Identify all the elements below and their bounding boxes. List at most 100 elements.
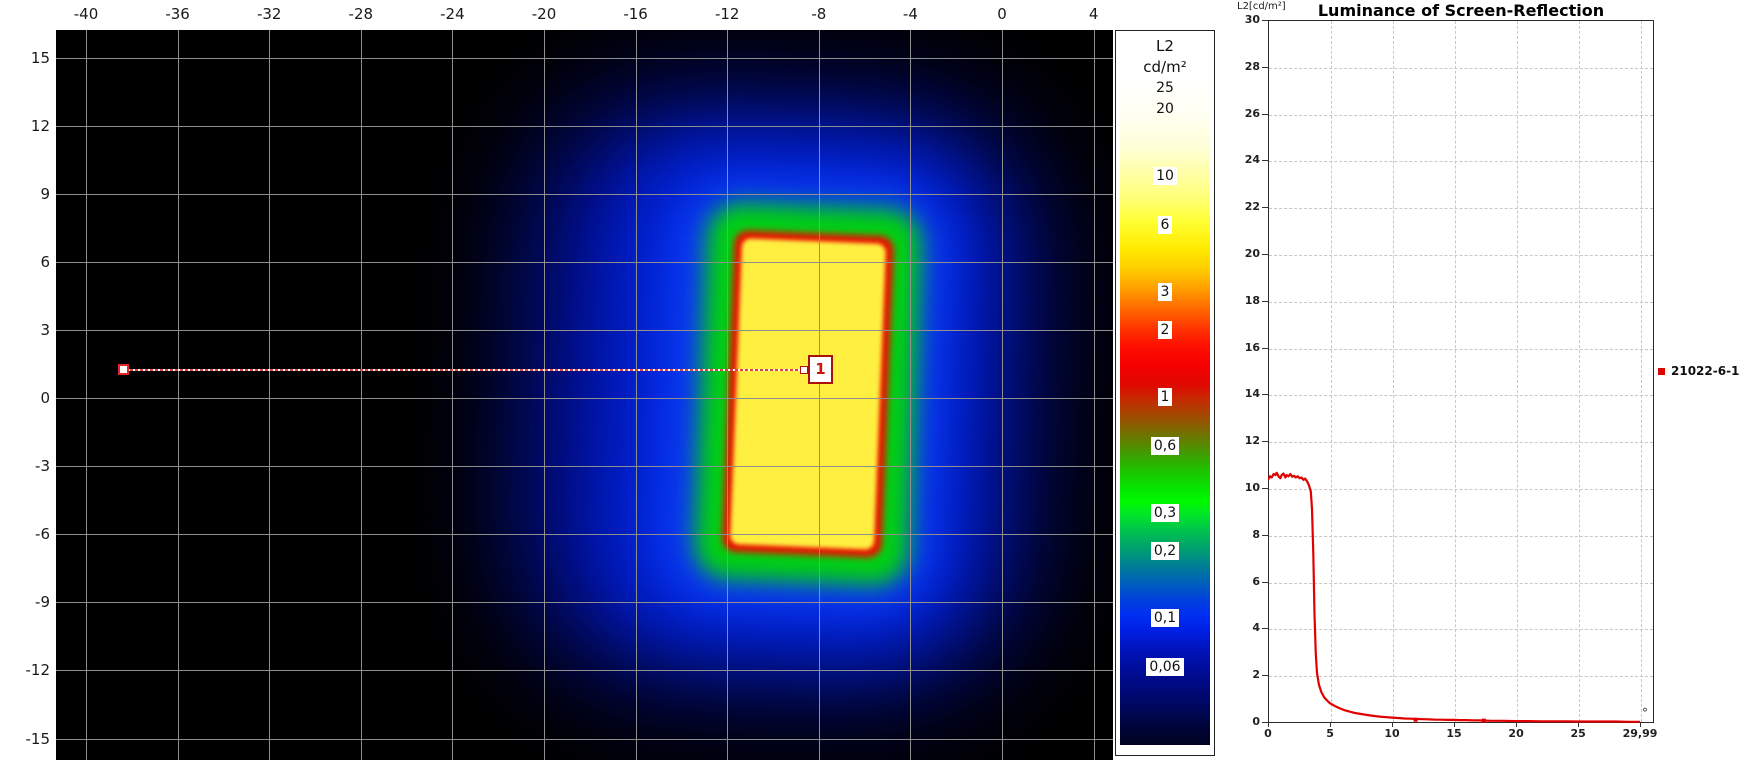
chart-y-tick-label: 12 bbox=[1244, 434, 1260, 448]
colorbar-value-text: 25 bbox=[1156, 80, 1174, 97]
map-gridline-h bbox=[56, 738, 1113, 740]
luminance-curve bbox=[1268, 471, 1640, 723]
map-y-tick-label: -15 bbox=[25, 729, 51, 748]
colorbar-value-text: 20 bbox=[1156, 101, 1174, 118]
map-y-tick-label: -6 bbox=[35, 525, 50, 544]
series-polyline bbox=[1268, 471, 1640, 723]
chart-y-axis-label: L2[cd/m²] bbox=[1237, 1, 1286, 12]
chart-x-tick-label: 10 bbox=[1384, 727, 1400, 740]
colorbar-value-label: 0,2 bbox=[1116, 542, 1214, 561]
map-gridline-v bbox=[360, 30, 362, 760]
chart-y-tick-label: 18 bbox=[1244, 293, 1260, 307]
chart-x-tick-label: 20 bbox=[1508, 727, 1524, 740]
chart-y-tick-label: 10 bbox=[1244, 481, 1260, 494]
map-gridline-v bbox=[727, 30, 729, 760]
map-y-axis: 15 12 9 6 3 0 -3 -6 -9 -12 -15 bbox=[0, 0, 56, 760]
colorbar-value-text: 10 bbox=[1153, 167, 1177, 185]
chart-y-tick-label: 22 bbox=[1244, 200, 1260, 214]
legend-series-name: 21022-6-1 bbox=[1671, 364, 1740, 378]
profile-region-label[interactable]: 1 bbox=[808, 355, 833, 384]
colorbar-value-label: 3 bbox=[1116, 282, 1214, 301]
legend-item: 21022-6-1 bbox=[1658, 364, 1739, 378]
chart-x-tick-label: 29,99 bbox=[1622, 727, 1658, 740]
map-gridline-h bbox=[56, 466, 1113, 468]
colorbar-value-label: 0,06 bbox=[1116, 658, 1214, 677]
colorbar-value-text: 0,3 bbox=[1150, 503, 1180, 522]
colorbar-value-text: 0,2 bbox=[1150, 542, 1180, 561]
map-x-tick-label: -28 bbox=[348, 5, 374, 23]
map-y-tick-label: 6 bbox=[40, 252, 50, 271]
colorbar-value-text: 2 bbox=[1157, 321, 1173, 340]
colorbar-value-label: 2 bbox=[1116, 321, 1214, 340]
chart-x-tick-label: 25 bbox=[1570, 727, 1586, 740]
map-x-tick-label: -8 bbox=[811, 5, 827, 23]
map-gridline-h bbox=[56, 261, 1113, 263]
map-gridline-v bbox=[544, 30, 545, 760]
colorbar-value-label: 0,3 bbox=[1116, 503, 1214, 522]
map-gridlines bbox=[56, 30, 1113, 760]
chart-y-tick-label: 20 bbox=[1244, 247, 1260, 260]
colorbar-value-label: 0,6 bbox=[1116, 437, 1214, 456]
colorbar-value-label: 20 bbox=[1116, 100, 1214, 118]
chart-y-tick-label: 26 bbox=[1244, 106, 1260, 120]
chart-y-tick-label: 14 bbox=[1244, 387, 1260, 401]
map-x-tick-label: -20 bbox=[531, 5, 557, 23]
chart-x-tick-label: 0 bbox=[1264, 727, 1272, 740]
chart-y-tick-label: 6 bbox=[1252, 574, 1260, 588]
colorbar-value-label: 6 bbox=[1116, 216, 1214, 235]
colorbar-value-label: 0,1 bbox=[1116, 609, 1214, 627]
map-gridline-v bbox=[1093, 30, 1095, 760]
map-gridline-v bbox=[1002, 30, 1003, 760]
map-gridline-v bbox=[269, 30, 271, 760]
colorbar-value-label: 10 bbox=[1116, 167, 1214, 185]
chart-y-tick-label: 28 bbox=[1244, 59, 1260, 73]
map-x-tick-label: -16 bbox=[623, 5, 648, 23]
map-x-tick-label: 4 bbox=[1088, 5, 1099, 23]
luminance-map-canvas[interactable]: 1 bbox=[56, 30, 1113, 760]
chart-y-tick-label: 24 bbox=[1244, 153, 1260, 167]
map-x-tick-label: 0 bbox=[997, 5, 1007, 23]
colorbar-value-text: 0,1 bbox=[1150, 609, 1180, 627]
chart-x-tick-label: 15 bbox=[1446, 727, 1462, 740]
luminance-colorbar: L2 cd/m² 25 20 10 6 3 2 1 0,6 0,3 0,2 0,1 0,06 bbox=[1115, 30, 1215, 756]
chart-y-tick-label: 8 bbox=[1252, 527, 1260, 541]
chart-y-tick-label: 4 bbox=[1252, 621, 1260, 635]
map-gridline-v bbox=[452, 30, 454, 760]
map-gridline-v bbox=[818, 30, 820, 760]
profile-measurement-line[interactable] bbox=[123, 369, 805, 371]
map-y-tick-label: 3 bbox=[40, 320, 50, 339]
map-x-tick-label: -4 bbox=[902, 5, 918, 23]
map-gridline-h bbox=[56, 602, 1113, 604]
chart-y-tick-label: 30 bbox=[1244, 13, 1260, 26]
map-y-tick-label: -12 bbox=[25, 661, 51, 680]
colorbar-value-text: 0,6 bbox=[1150, 437, 1180, 456]
map-x-axis: -40 -36 -32 -28 -24 -20 -16 -12 -8 -4 0 4 bbox=[0, 0, 1113, 30]
profile-start-marker[interactable] bbox=[118, 364, 129, 375]
map-gridline-h bbox=[56, 125, 1113, 127]
map-gridline-v bbox=[86, 30, 87, 760]
map-gridline-v bbox=[177, 30, 179, 760]
map-x-tick-label: -40 bbox=[73, 5, 99, 23]
map-gridline-h bbox=[56, 329, 1113, 331]
colorbar-value-text: 3 bbox=[1157, 282, 1173, 301]
map-y-tick-label: 12 bbox=[30, 116, 50, 135]
legend-series-swatch bbox=[1658, 367, 1665, 375]
map-x-tick-label: -12 bbox=[714, 5, 740, 23]
colorbar-value-text: 1 bbox=[1157, 388, 1173, 406]
map-gridline-v bbox=[635, 30, 637, 760]
map-y-tick-label: -3 bbox=[35, 457, 50, 476]
map-y-tick-label: 0 bbox=[40, 389, 50, 407]
map-x-tick-label: -36 bbox=[165, 5, 190, 23]
map-y-tick-label: -9 bbox=[35, 593, 50, 612]
colorbar-value-label: 25 bbox=[1116, 79, 1214, 97]
map-x-tick-label: -24 bbox=[440, 5, 465, 23]
map-gridline-h bbox=[56, 534, 1113, 536]
map-gridline-h bbox=[56, 57, 1113, 59]
profile-label-connector bbox=[800, 366, 808, 374]
map-gridline-h bbox=[56, 670, 1113, 672]
colorbar-value-text: 6 bbox=[1157, 216, 1173, 235]
chart-y-tick-label: 16 bbox=[1244, 340, 1260, 354]
chart-title: Luminance of Screen-Reflection bbox=[1317, 1, 1605, 20]
colorbar-value-label: 1 bbox=[1116, 388, 1214, 406]
map-y-tick-label: 15 bbox=[30, 48, 50, 67]
